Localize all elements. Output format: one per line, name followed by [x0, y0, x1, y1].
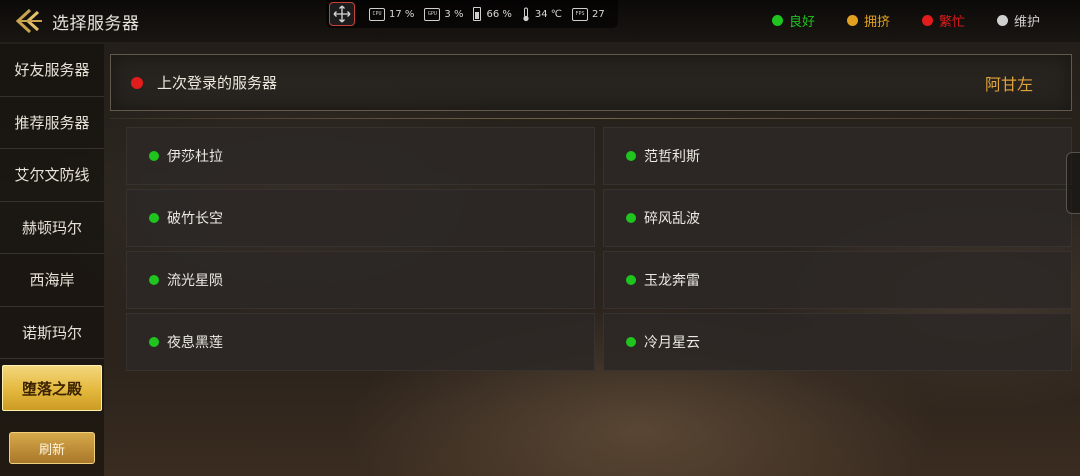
sidebar-item-west-coast[interactable]: 西海岸 — [0, 254, 104, 307]
status-dot-icon — [626, 337, 636, 347]
last-login-server[interactable]: 阿甘左 — [985, 71, 1033, 95]
cpu-icon: CPU — [369, 7, 385, 21]
server-name: 玉龙奔雷 — [644, 273, 700, 289]
cpu-value: 17 % — [389, 8, 415, 20]
status-dot-icon — [149, 337, 159, 347]
legend-label: 维护 — [1013, 15, 1040, 30]
server-item[interactable]: 夜息黑莲 — [126, 313, 595, 371]
last-login-row[interactable]: 上次登录的服务器 阿甘左 — [110, 54, 1072, 111]
server-item[interactable]: 玉龙奔雷 — [603, 251, 1072, 309]
move-arrows-icon — [333, 5, 351, 23]
sidebar-item-elvenguard[interactable]: 艾尔文防线 — [0, 149, 104, 202]
server-name: 碎风乱波 — [644, 211, 700, 227]
server-list: 伊莎杜拉 范哲利斯 破竹长空 碎风乱波 流光星陨 玉龙奔雷 夜息黑莲 冷月星云 — [126, 127, 1072, 371]
legend-label: 繁忙 — [938, 15, 965, 30]
temperature: 34 ℃ — [522, 7, 562, 22]
side-pull-tab[interactable] — [1066, 152, 1080, 214]
thermometer-icon — [523, 7, 529, 21]
fps-counter: FPS 27 — [572, 7, 605, 21]
move-overlay-button[interactable] — [329, 2, 355, 26]
battery-level: 66 % — [473, 7, 512, 21]
status-dot-icon — [626, 213, 636, 223]
server-item[interactable]: 流光星陨 — [126, 251, 595, 309]
last-login-label: 上次登录的服务器 — [157, 74, 278, 92]
region-sidebar: 好友服务器 推荐服务器 艾尔文防线 赫顿玛尔 西海岸 诺斯玛尔 堕落之殿 — [0, 44, 104, 476]
server-item[interactable]: 范哲利斯 — [603, 127, 1072, 185]
cpu-usage: CPU 17 % — [369, 7, 415, 21]
fps-value: 27 — [592, 8, 605, 20]
legend-label: 良好 — [788, 15, 815, 30]
legend-item-crowded: 拥挤 — [846, 11, 890, 30]
status-dot-icon — [131, 76, 143, 89]
server-name: 流光星陨 — [167, 273, 223, 289]
page-title: 选择服务器 — [52, 14, 140, 34]
status-dot-icon — [921, 15, 933, 26]
performance-overlay: CPU 17 % GPU 3 % 66 % 34 ℃ FPS 27 — [326, 0, 618, 28]
server-name: 范哲利斯 — [644, 149, 700, 165]
status-dot-icon — [771, 15, 783, 26]
sidebar-item-nosmar[interactable]: 诺斯玛尔 — [0, 307, 104, 359]
server-name: 夜息黑莲 — [167, 335, 223, 351]
back-button[interactable] — [10, 6, 44, 36]
divider — [110, 118, 1072, 119]
sidebar-item-friends[interactable]: 好友服务器 — [0, 44, 104, 97]
sidebar-item-hendon-myre[interactable]: 赫顿玛尔 — [0, 202, 104, 254]
status-dot-icon — [149, 275, 159, 285]
server-item[interactable]: 冷月星云 — [603, 313, 1072, 371]
gpu-value: 3 % — [444, 8, 464, 20]
server-name: 伊莎杜拉 — [167, 149, 223, 165]
legend-label: 拥挤 — [863, 15, 890, 30]
temperature-value: 34 ℃ — [534, 8, 562, 20]
server-name: 冷月星云 — [644, 335, 700, 351]
status-dot-icon — [626, 151, 636, 161]
sidebar-item-fallen-hall[interactable]: 堕落之殿 — [2, 365, 102, 411]
status-dot-icon — [149, 151, 159, 161]
server-name: 破竹长空 — [167, 211, 223, 227]
status-dot-icon — [846, 15, 858, 26]
refresh-button[interactable]: 刷新 — [9, 432, 95, 464]
gpu-usage: GPU 3 % — [424, 7, 464, 21]
legend-item-busy: 繁忙 — [921, 11, 965, 30]
status-dot-icon — [626, 275, 636, 285]
legend-item-good: 良好 — [771, 11, 815, 30]
server-item[interactable]: 碎风乱波 — [603, 189, 1072, 247]
legend-item-maintenance: 维护 — [996, 11, 1040, 30]
fps-icon: FPS — [572, 7, 588, 21]
server-item[interactable]: 破竹长空 — [126, 189, 595, 247]
status-dot-icon — [996, 15, 1008, 26]
server-item[interactable]: 伊莎杜拉 — [126, 127, 595, 185]
back-arrow-icon — [15, 8, 42, 34]
status-legend: 良好 拥挤 繁忙 维护 — [771, 11, 1040, 30]
battery-icon — [473, 7, 482, 21]
status-dot-icon — [149, 213, 159, 223]
sidebar-item-recommended[interactable]: 推荐服务器 — [0, 97, 104, 149]
battery-value: 66 % — [486, 8, 512, 20]
gpu-icon: GPU — [424, 7, 441, 21]
